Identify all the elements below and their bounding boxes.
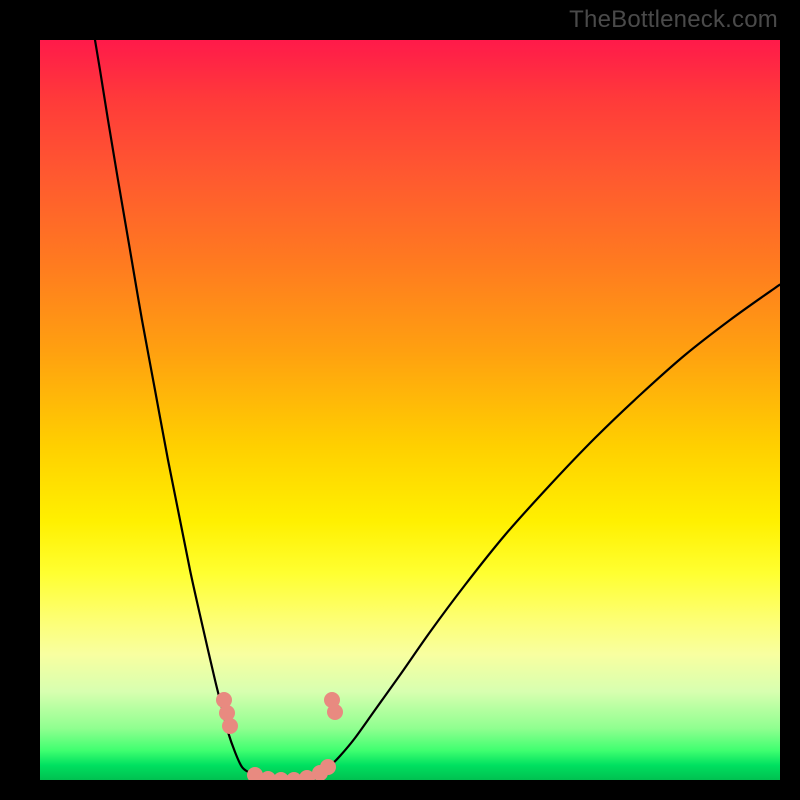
page-root: TheBottleneck.com xyxy=(0,0,800,800)
bottleneck-curve xyxy=(95,40,780,780)
data-marker xyxy=(320,759,336,775)
watermark-text: TheBottleneck.com xyxy=(569,6,778,34)
bottleneck-curve-layer xyxy=(40,40,780,780)
data-marker xyxy=(222,718,238,734)
data-marker xyxy=(327,704,343,720)
marker-group xyxy=(216,692,343,780)
plot-area xyxy=(40,40,780,780)
